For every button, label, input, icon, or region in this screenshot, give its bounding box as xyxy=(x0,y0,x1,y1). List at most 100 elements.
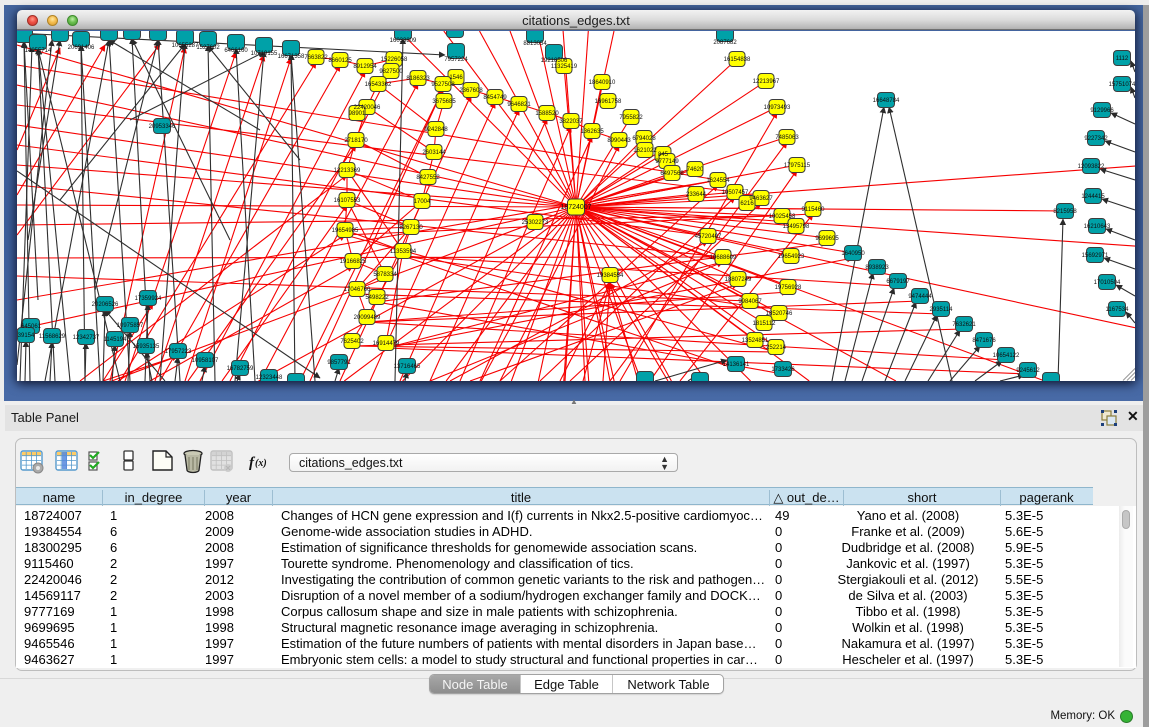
svg-text:7663822: 7663822 xyxy=(304,55,328,61)
svg-text:13716465: 13716465 xyxy=(394,364,421,370)
svg-text:9227342: 9227342 xyxy=(1084,136,1108,142)
svg-text:9984067: 9984067 xyxy=(738,299,762,305)
svg-text:16961758: 16961758 xyxy=(595,99,622,105)
svg-text:8912954: 8912954 xyxy=(353,64,377,70)
svg-text:9857791: 9857791 xyxy=(327,360,351,366)
svg-text:6794028: 6794028 xyxy=(632,136,656,142)
svg-text:2603144: 2603144 xyxy=(422,150,446,156)
svg-text:16782759: 16782759 xyxy=(227,366,254,372)
svg-text:16107553: 16107553 xyxy=(334,198,361,204)
svg-text:8267130: 8267130 xyxy=(399,225,423,231)
svg-text:19654985: 19654985 xyxy=(332,228,359,234)
svg-text:2367608: 2367608 xyxy=(459,88,483,94)
svg-text:9129966: 9129966 xyxy=(1090,108,1114,114)
svg-text:25302273: 25302273 xyxy=(522,220,549,226)
svg-text:252214: 252214 xyxy=(766,345,787,351)
svg-text:8813054: 8813054 xyxy=(523,41,547,47)
svg-text:1527602: 1527602 xyxy=(196,45,220,51)
svg-text:11353594: 11353594 xyxy=(390,249,417,255)
svg-text:8471676: 8471676 xyxy=(972,338,996,344)
svg-text:18520746: 18520746 xyxy=(766,311,793,317)
svg-text:20206526: 20206526 xyxy=(92,302,119,308)
svg-text:2935114: 2935114 xyxy=(930,307,954,313)
svg-text:10975857: 10975857 xyxy=(117,323,144,329)
svg-text:9242848: 9242848 xyxy=(424,127,448,133)
svg-text:9827500: 9827500 xyxy=(379,69,403,75)
svg-text:1546: 1546 xyxy=(449,75,463,81)
svg-text:(x): (x) xyxy=(255,458,267,469)
svg-text:1167534: 1167534 xyxy=(1106,307,1130,313)
svg-text:13495798: 13495798 xyxy=(783,224,810,230)
svg-text:8215958: 8215958 xyxy=(1053,209,1077,215)
svg-text:7955822: 7955822 xyxy=(619,115,643,121)
svg-text:233644: 233644 xyxy=(686,192,707,198)
svg-text:20953346: 20953346 xyxy=(149,124,176,130)
svg-text:1112: 1112 xyxy=(1116,56,1129,62)
svg-text:3822037: 3822037 xyxy=(559,119,583,125)
svg-text:1624554: 1624554 xyxy=(706,178,730,184)
svg-text:45720407: 45720407 xyxy=(695,234,722,240)
svg-text:19384554: 19384554 xyxy=(597,273,624,279)
svg-text:17957223: 17957223 xyxy=(165,349,192,355)
svg-text:19654923: 19654923 xyxy=(778,254,805,260)
svg-text:7632621: 7632621 xyxy=(952,322,976,328)
svg-text:10025458: 10025458 xyxy=(769,214,796,220)
svg-text:15226058: 15226058 xyxy=(381,57,408,63)
svg-text:11568629: 11568629 xyxy=(39,334,66,340)
svg-text:16671358: 16671358 xyxy=(278,54,305,60)
svg-text:17046766: 17046766 xyxy=(344,287,371,293)
svg-text:9245612: 9245612 xyxy=(1016,368,1040,374)
svg-text:9777149: 9777149 xyxy=(655,159,679,165)
svg-text:18724007: 18724007 xyxy=(560,204,591,211)
svg-text:8938923: 8938923 xyxy=(865,265,889,271)
svg-text:8660125: 8660125 xyxy=(328,58,352,64)
svg-text:12213967: 12213967 xyxy=(753,79,780,85)
svg-text:7625402: 7625402 xyxy=(340,339,364,345)
svg-text:9646821: 9646821 xyxy=(507,102,531,108)
svg-text:10688609: 10688609 xyxy=(710,255,737,261)
svg-text:20691406: 20691406 xyxy=(68,45,95,51)
svg-text:1640950: 1640950 xyxy=(841,251,865,257)
svg-text:6466160: 6466160 xyxy=(224,48,248,54)
svg-text:15692971: 15692971 xyxy=(1082,253,1109,259)
svg-text:17359924: 17359924 xyxy=(135,296,162,302)
svg-text:74620: 74620 xyxy=(687,167,704,173)
svg-text:2718170: 2718170 xyxy=(344,138,368,144)
svg-text:19166825: 19166825 xyxy=(340,259,367,265)
svg-text:20099489: 20099489 xyxy=(354,315,381,321)
svg-text:3675685: 3675685 xyxy=(432,99,456,105)
svg-text:10958107: 10958107 xyxy=(192,358,219,364)
svg-text:16033809: 16033809 xyxy=(390,38,417,44)
svg-text:13524851: 13524851 xyxy=(742,338,769,344)
svg-text:6497568: 6497568 xyxy=(660,171,684,177)
svg-text:5498222: 5498222 xyxy=(365,295,389,301)
svg-text:12093822: 12093822 xyxy=(1078,164,1105,170)
svg-text:1733426: 1733426 xyxy=(771,367,795,373)
svg-text:8186323: 8186323 xyxy=(406,76,430,82)
svg-text:10655287: 10655287 xyxy=(172,43,199,49)
svg-text:9474444: 9474444 xyxy=(908,294,932,300)
svg-text:14136141: 14136141 xyxy=(723,362,750,368)
svg-text:1145194: 1145194 xyxy=(104,337,128,343)
svg-text:8990443: 8990443 xyxy=(607,138,631,144)
svg-text:9527508: 9527508 xyxy=(431,82,455,88)
svg-text:10507457: 10507457 xyxy=(722,190,749,196)
svg-text:9699695: 9699695 xyxy=(815,236,839,242)
svg-text:16914479: 16914479 xyxy=(373,341,400,347)
svg-text:1621022: 1621022 xyxy=(633,148,657,154)
svg-text:1362635: 1362635 xyxy=(580,129,604,135)
svg-text:6679197: 6679197 xyxy=(886,279,910,285)
svg-text:15935135: 15935135 xyxy=(133,344,160,350)
svg-text:19756928: 19756928 xyxy=(775,285,802,291)
svg-text:16543362: 16543362 xyxy=(365,82,392,88)
svg-text:16210643: 16210643 xyxy=(1084,224,1111,230)
svg-text:5878334: 5878334 xyxy=(373,272,397,278)
svg-text:1815112: 1815112 xyxy=(753,321,777,327)
svg-text:12213369: 12213369 xyxy=(334,168,361,174)
svg-text:6216: 6216 xyxy=(740,201,754,207)
svg-text:16154838: 16154838 xyxy=(724,57,751,63)
svg-text:8454749: 8454749 xyxy=(483,95,507,101)
svg-text:10973493: 10973493 xyxy=(764,105,791,111)
svg-text:1244415: 1244415 xyxy=(1081,194,1105,200)
svg-text:17010504: 17010504 xyxy=(1094,280,1121,286)
